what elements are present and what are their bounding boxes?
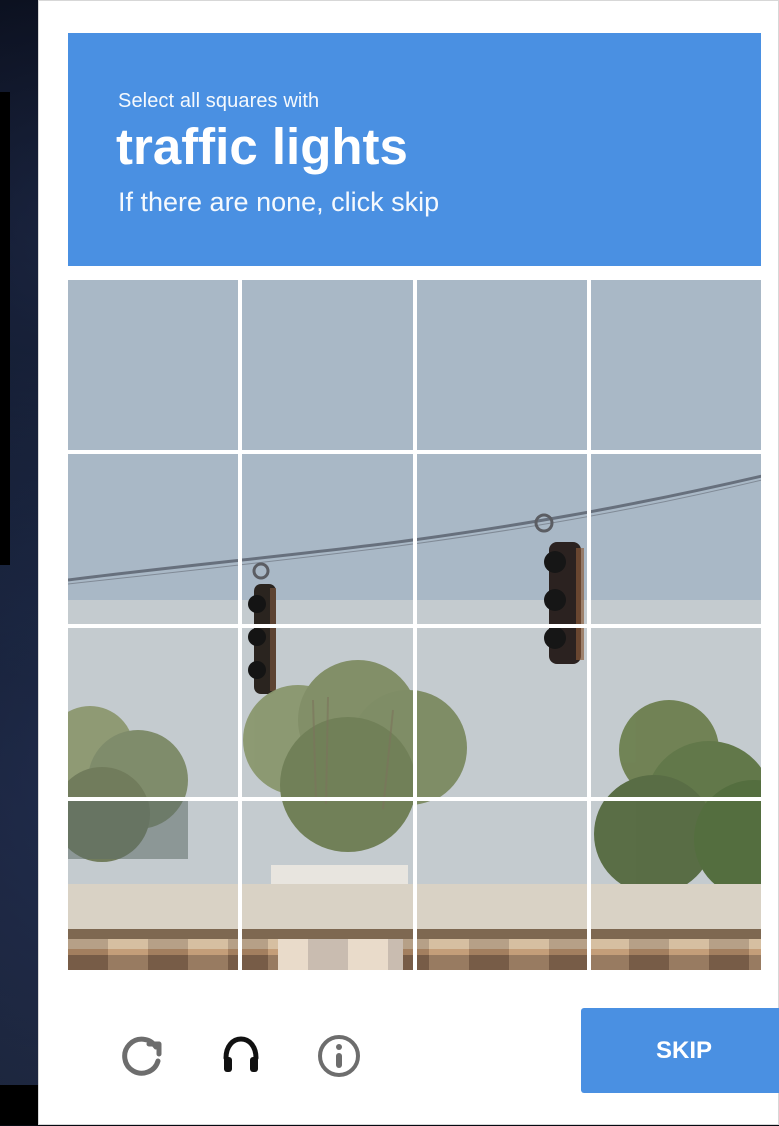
audio-icon[interactable] [216,1031,266,1081]
captcha-widget: Select all squares with traffic lights I… [38,0,779,1125]
grid-tile-r1c4[interactable] [591,280,761,450]
grid-tile-r1c3[interactable] [417,280,587,450]
grid-tile-r2c3[interactable] [417,454,587,624]
grid-tile-r3c4[interactable] [591,628,761,798]
grid-tile-r2c1[interactable] [68,454,238,624]
grid-tile-r4c3[interactable] [417,801,587,971]
grid-tile-r2c4[interactable] [591,454,761,624]
target-label: traffic lights [116,118,408,175]
grid-tile-r3c2[interactable] [242,628,412,798]
info-icon[interactable] [314,1031,364,1081]
grid-tile-r3c1[interactable] [68,628,238,798]
left-dark-box [0,92,10,565]
grid-tile-r1c2[interactable] [242,280,412,450]
grid-tile-r1c1[interactable] [68,280,238,450]
grid-tile-r4c4[interactable] [591,801,761,971]
image-grid [68,280,761,971]
grid-tile-r2c2[interactable] [242,454,412,624]
captcha-header: Select all squares with traffic lights I… [68,33,761,266]
captcha-footer: SKIP [68,971,779,1126]
skip-button[interactable]: SKIP [581,1008,779,1093]
instruction-subtext: If there are none, click skip [118,187,440,217]
reload-icon[interactable] [118,1031,168,1081]
grid-tile-r3c3[interactable] [417,628,587,798]
instruction-prefix: Select all squares with [118,90,320,112]
grid-tile-r4c1[interactable] [68,801,238,971]
grid-tile-r4c2[interactable] [242,801,412,971]
